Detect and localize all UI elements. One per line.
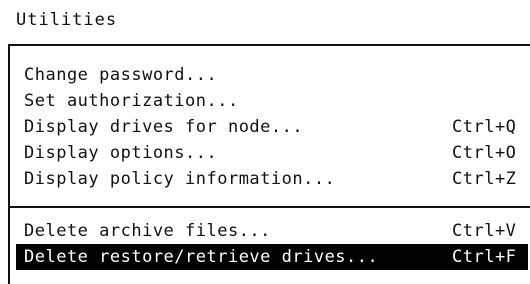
menu-item-label: Delete archive files... bbox=[24, 221, 271, 241]
menu-item-delete-archive-files[interactable]: Delete archive files... Ctrl+V bbox=[16, 218, 528, 244]
menu-group-delete: Delete archive files... Ctrl+V Delete re… bbox=[16, 218, 528, 270]
menu-item-display-options[interactable]: Display options... Ctrl+O bbox=[16, 140, 528, 166]
menu-item-set-authorization[interactable]: Set authorization... bbox=[16, 88, 528, 114]
menu-item-shortcut: Ctrl+F bbox=[452, 247, 517, 267]
utilities-menu-title[interactable]: Utilities bbox=[16, 8, 117, 32]
menu-item-display-drives-for-node[interactable]: Display drives for node... Ctrl+Q bbox=[16, 114, 528, 140]
menu-group-account: Change password... Set authorization... … bbox=[16, 62, 528, 192]
menu-item-label: Change password... bbox=[24, 65, 218, 85]
menu-item-delete-restore-retrieve-drives[interactable]: Delete restore/retrieve drives... Ctrl+F bbox=[16, 244, 528, 270]
menu-item-label: Set authorization... bbox=[24, 91, 239, 111]
menu-item-label: Display options... bbox=[24, 143, 218, 163]
menu-item-shortcut: Ctrl+Z bbox=[452, 169, 517, 189]
menu-item-shortcut: Ctrl+Q bbox=[452, 117, 517, 137]
utilities-dropdown-menu: Change password... Set authorization... … bbox=[8, 44, 530, 284]
menu-item-change-password[interactable]: Change password... bbox=[16, 62, 528, 88]
menu-item-shortcut: Ctrl+O bbox=[452, 143, 517, 163]
menu-separator bbox=[10, 206, 530, 208]
menu-item-shortcut: Ctrl+V bbox=[452, 221, 517, 241]
menu-item-display-policy-information[interactable]: Display policy information... Ctrl+Z bbox=[16, 166, 528, 192]
menu-item-label: Display policy information... bbox=[24, 169, 336, 189]
menu-item-label: Display drives for node... bbox=[24, 117, 304, 137]
menu-item-label: Delete restore/retrieve drives... bbox=[24, 247, 379, 267]
